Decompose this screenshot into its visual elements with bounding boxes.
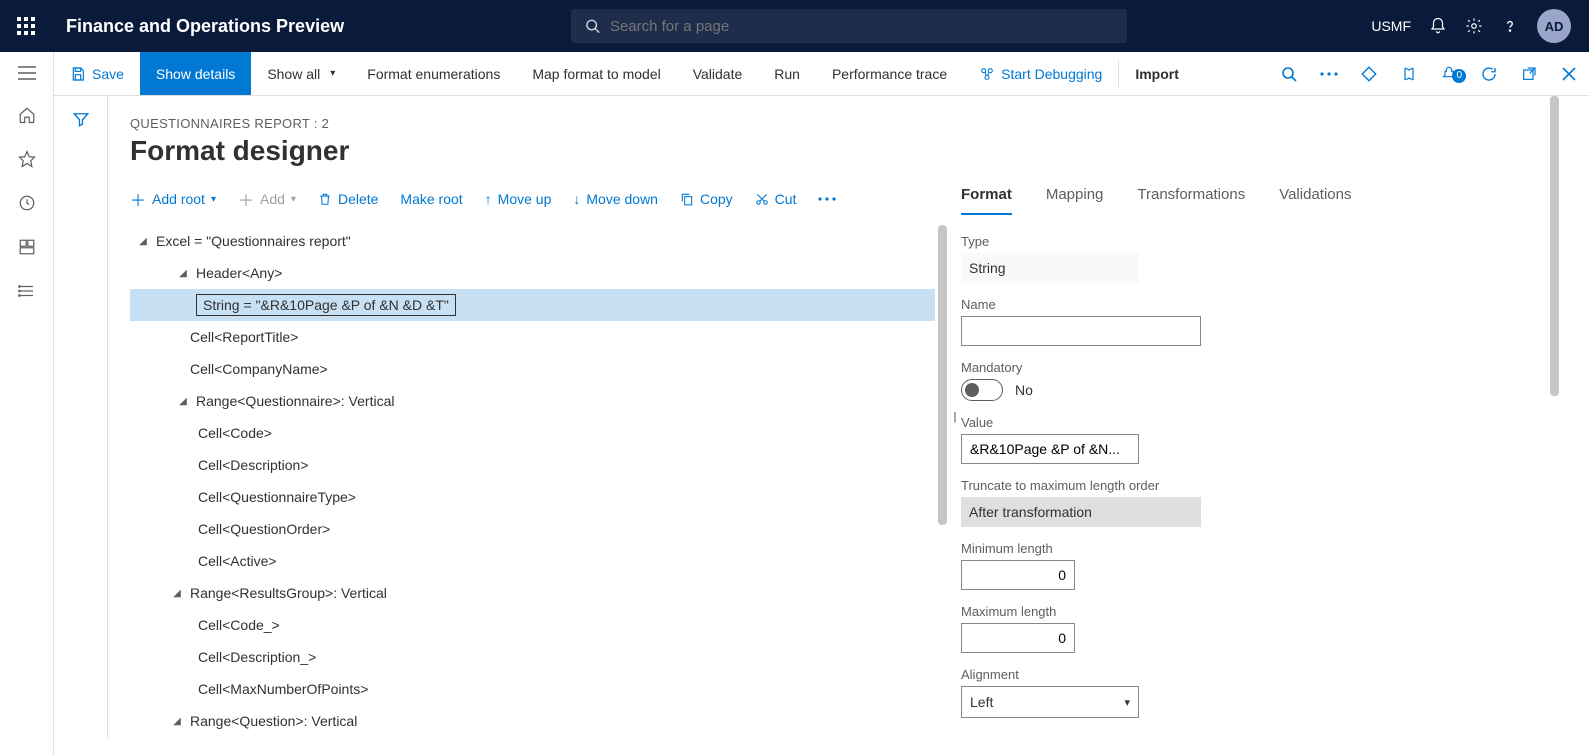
type-value: String bbox=[961, 253, 1139, 283]
splitter-handle[interactable]: || bbox=[947, 96, 961, 738]
mandatory-label: Mandatory bbox=[961, 360, 1221, 375]
make-root-button[interactable]: Make root bbox=[400, 191, 462, 207]
move-up-button[interactable]: ↑Move up bbox=[485, 191, 552, 207]
tab-transformations[interactable]: Transformations bbox=[1137, 174, 1245, 215]
tree-node[interactable]: Cell<QuestionOrder> bbox=[130, 513, 935, 545]
chevron-down-icon: ▾ bbox=[1124, 696, 1130, 709]
name-label: Name bbox=[961, 297, 1221, 312]
tree-scrollbar[interactable] bbox=[938, 225, 947, 525]
show-all-button[interactable]: Show all▾ bbox=[251, 52, 351, 95]
cut-icon bbox=[755, 191, 769, 207]
tab-validations[interactable]: Validations bbox=[1279, 174, 1351, 215]
mandatory-value: No bbox=[1015, 382, 1033, 398]
debug-icon bbox=[979, 66, 995, 82]
copy-icon bbox=[680, 191, 694, 207]
app-launcher-icon[interactable] bbox=[0, 17, 52, 35]
maxlen-label: Maximum length bbox=[961, 604, 1221, 619]
page-title: Format designer bbox=[130, 135, 947, 167]
chevron-down-icon: ▾ bbox=[291, 194, 296, 205]
tree-node[interactable]: Cell<Active> bbox=[130, 545, 935, 577]
truncate-label: Truncate to maximum length order bbox=[961, 478, 1221, 493]
tree-node[interactable]: ◢Range<Question>: Vertical bbox=[130, 705, 935, 737]
more-tree-icon[interactable] bbox=[818, 197, 836, 201]
workspace-icon[interactable] bbox=[18, 238, 36, 256]
mandatory-toggle[interactable] bbox=[961, 379, 1003, 401]
tree-node[interactable]: Cell<QuestionnaireType> bbox=[130, 481, 935, 513]
search-input[interactable] bbox=[610, 18, 1113, 35]
value-label: Value bbox=[961, 415, 1221, 430]
import-button[interactable]: Import bbox=[1119, 52, 1195, 95]
tree-node[interactable]: Cell<CompanyName> bbox=[130, 353, 935, 385]
tab-mapping[interactable]: Mapping bbox=[1046, 174, 1104, 215]
minlen-input[interactable] bbox=[961, 560, 1075, 590]
cut-button[interactable]: Cut bbox=[755, 191, 797, 207]
map-format-button[interactable]: Map format to model bbox=[516, 52, 676, 95]
add-button: ＋Add▾ bbox=[238, 187, 296, 211]
value-input[interactable] bbox=[961, 434, 1139, 464]
search-icon bbox=[585, 18, 600, 34]
name-input[interactable] bbox=[961, 316, 1201, 346]
tree-node[interactable]: Cell<ReportTitle> bbox=[130, 321, 935, 353]
validate-button[interactable]: Validate bbox=[677, 52, 759, 95]
chevron-down-icon: ▾ bbox=[330, 68, 335, 79]
help-icon[interactable] bbox=[1501, 17, 1519, 35]
arrow-down-icon: ↓ bbox=[573, 191, 580, 207]
trash-icon bbox=[318, 191, 332, 207]
tree-node[interactable]: ◢Header<Any> bbox=[130, 257, 935, 289]
company-code[interactable]: USMF bbox=[1371, 18, 1411, 34]
home-icon[interactable] bbox=[18, 106, 36, 124]
chevron-down-icon: ▾ bbox=[211, 194, 216, 205]
tree-node[interactable]: ◢Range<ResultsGroup>: Vertical bbox=[130, 577, 935, 609]
copy-button[interactable]: Copy bbox=[680, 191, 733, 207]
truncate-value[interactable]: After transformation bbox=[961, 497, 1201, 527]
attach-icon[interactable] bbox=[1349, 65, 1389, 83]
panel-scrollbar[interactable] bbox=[1550, 96, 1559, 396]
alignment-label: Alignment bbox=[961, 667, 1221, 682]
hamburger-icon[interactable] bbox=[18, 66, 36, 80]
tree-node[interactable]: ◢Range<Questionnaire>: Vertical bbox=[130, 385, 935, 417]
refresh-icon[interactable] bbox=[1469, 65, 1509, 83]
arrow-up-icon: ↑ bbox=[485, 191, 492, 207]
show-details-button[interactable]: Show details bbox=[140, 52, 251, 95]
map-icon[interactable] bbox=[1389, 65, 1429, 83]
search-box[interactable] bbox=[571, 9, 1127, 43]
type-label: Type bbox=[961, 234, 1221, 249]
more-actions-icon[interactable] bbox=[1309, 72, 1349, 76]
delete-button[interactable]: Delete bbox=[318, 191, 378, 207]
search-action-icon[interactable] bbox=[1269, 66, 1309, 82]
modules-icon[interactable] bbox=[18, 282, 36, 300]
move-down-button[interactable]: ↓Move down bbox=[573, 191, 658, 207]
tree-node[interactable]: Cell<Description_> bbox=[130, 641, 935, 673]
star-icon[interactable] bbox=[18, 150, 36, 168]
recent-icon[interactable] bbox=[18, 194, 36, 212]
avatar[interactable]: AD bbox=[1537, 9, 1571, 43]
tree-node[interactable]: Cell<MaxNumberOfPoints> bbox=[130, 673, 935, 705]
notifications-icon[interactable]: 0 bbox=[1429, 65, 1469, 83]
breadcrumb: QUESTIONNAIRES REPORT : 2 bbox=[130, 116, 947, 131]
app-title: Finance and Operations Preview bbox=[66, 16, 344, 37]
save-icon bbox=[70, 66, 86, 82]
save-button[interactable]: Save bbox=[54, 52, 140, 95]
start-debugging-button[interactable]: Start Debugging bbox=[963, 52, 1118, 95]
notifications-badge: 0 bbox=[1452, 69, 1466, 83]
tree-node-selected[interactable]: ◢String = "&R&10Page &P of &N &D &T" bbox=[130, 289, 935, 321]
popout-icon[interactable] bbox=[1509, 66, 1549, 82]
tree-node[interactable]: Cell<Code> bbox=[130, 417, 935, 449]
minlen-label: Minimum length bbox=[961, 541, 1221, 556]
run-button[interactable]: Run bbox=[758, 52, 816, 95]
performance-trace-button[interactable]: Performance trace bbox=[816, 52, 963, 95]
maxlen-input[interactable] bbox=[961, 623, 1075, 653]
format-enumerations-button[interactable]: Format enumerations bbox=[351, 52, 516, 95]
tree-node[interactable]: ◢Excel = "Questionnaires report" bbox=[130, 225, 935, 257]
bell-icon[interactable] bbox=[1429, 17, 1447, 35]
filter-icon[interactable] bbox=[72, 110, 90, 738]
gear-icon[interactable] bbox=[1465, 17, 1483, 35]
add-root-button[interactable]: ＋Add root▾ bbox=[130, 187, 216, 211]
alignment-select[interactable]: Left ▾ bbox=[961, 686, 1139, 718]
tab-format[interactable]: Format bbox=[961, 174, 1012, 215]
tree-node[interactable]: Cell<Code_> bbox=[130, 609, 935, 641]
close-icon[interactable] bbox=[1549, 67, 1589, 81]
tree-node[interactable]: Cell<Description> bbox=[130, 449, 935, 481]
